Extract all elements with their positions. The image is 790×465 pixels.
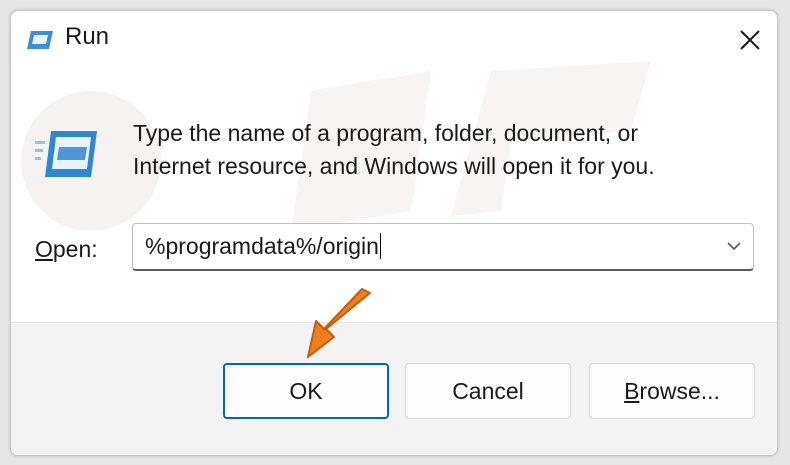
open-label-mnemonic: O <box>35 236 53 262</box>
button-bar: OK Cancel Browse... <box>11 322 777 455</box>
cancel-button[interactable]: Cancel <box>405 363 571 419</box>
description-line: Type the name of a program, folder, docu… <box>133 120 639 146</box>
description-line: Internet resource, and Windows will open… <box>133 153 655 179</box>
open-label-rest: pen: <box>52 236 98 262</box>
browse-button[interactable]: Browse... <box>589 363 755 419</box>
browse-mnemonic: B <box>624 377 640 404</box>
open-input-value: %programdata%/origin <box>145 233 379 259</box>
description-text: Type the name of a program, folder, docu… <box>133 117 753 183</box>
browse-label-rest: rowse... <box>639 377 720 404</box>
chevron-down-icon[interactable] <box>719 231 749 261</box>
open-combobox[interactable]: %programdata%/origin <box>132 223 754 271</box>
open-label: Open: <box>35 236 98 263</box>
run-app-icon <box>27 31 53 49</box>
close-icon[interactable] <box>735 25 765 55</box>
run-app-icon <box>35 131 97 177</box>
open-input[interactable]: %programdata%/origin <box>145 233 381 260</box>
title-bar: Run <box>11 11 777 67</box>
window-title: Run <box>65 23 110 50</box>
text-caret <box>379 233 381 259</box>
ok-button[interactable]: OK <box>223 363 389 419</box>
run-dialog: risk.com Run Type the name of a program,… <box>10 10 778 456</box>
